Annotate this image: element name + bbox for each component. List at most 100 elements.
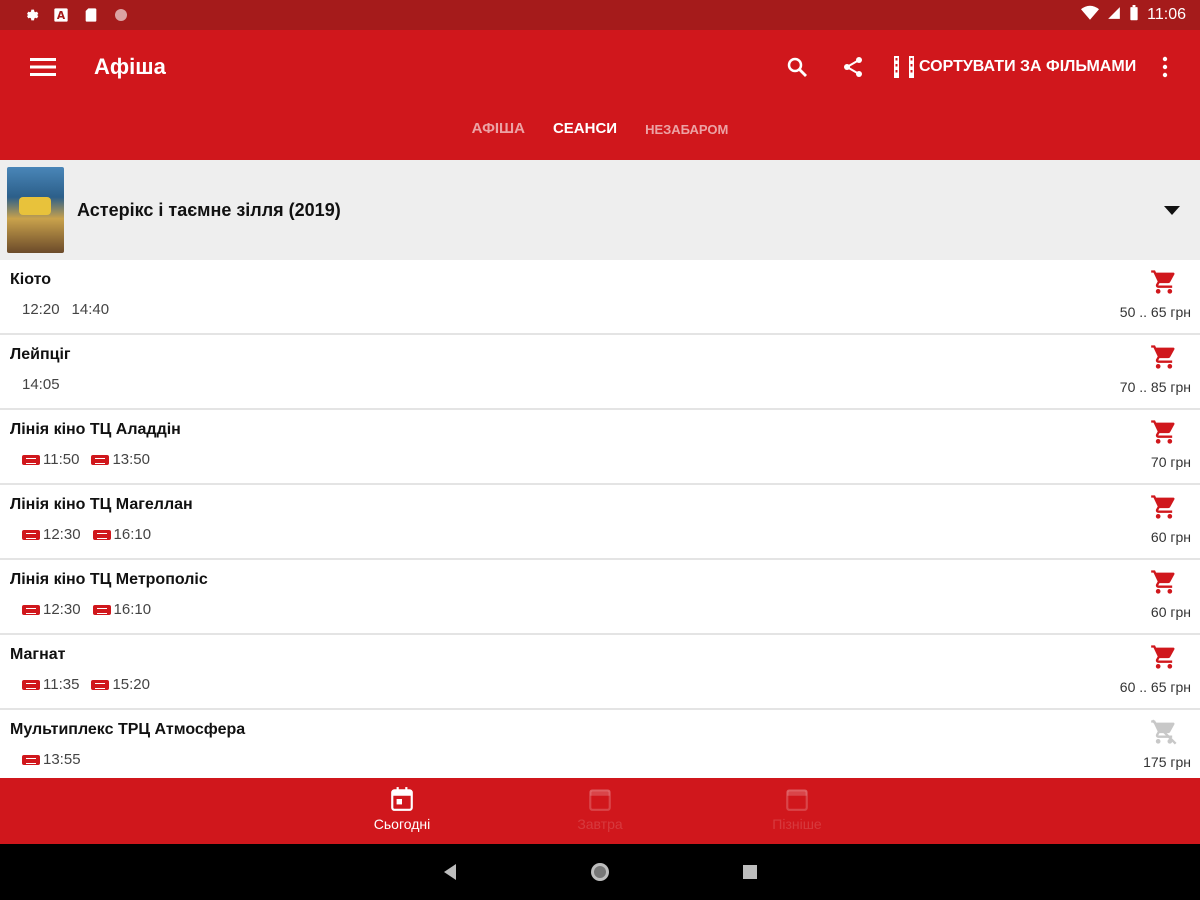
showtimes: 11:50 13:50 <box>22 451 150 468</box>
cinema-name: Лінія кіно ТЦ Метрополіс <box>10 571 208 588</box>
3d-badge-icon <box>22 679 40 690</box>
back-icon[interactable] <box>438 860 462 884</box>
price: 70 грн <box>1150 454 1191 470</box>
list-item[interactable]: Магнат 11:35 15:20 60 .. 65 грн <box>0 635 1200 710</box>
app-bar: Афіша СОРТУВАТИ ЗА ФІЛЬМАМИ АФІША СЕАНСИ… <box>0 30 1200 160</box>
showtime-text: 15:20 <box>112 676 150 693</box>
cinema-name: Лінія кіно ТЦ Аладдін <box>10 421 181 438</box>
cart-icon[interactable] <box>1150 343 1178 371</box>
cart-icon[interactable] <box>1150 418 1178 446</box>
showtime[interactable]: 16:10 <box>92 526 152 543</box>
price: 70 .. 85 грн <box>1119 379 1191 395</box>
showtime[interactable]: 12:30 <box>22 526 81 543</box>
gear-icon <box>22 6 40 24</box>
cart-icon[interactable] <box>1150 493 1178 521</box>
showtime[interactable]: 14:05 <box>22 376 60 393</box>
cart-disabled-icon <box>1151 719 1177 745</box>
sd-icon <box>82 6 100 24</box>
nav-label: Сьогодні <box>373 816 431 832</box>
calendar-icon <box>786 789 808 811</box>
showtime[interactable]: 15:20 <box>91 676 150 693</box>
showtime-text: 16:10 <box>113 526 152 543</box>
tab-nezabarom[interactable]: НЕЗАБАРОМ <box>645 122 728 144</box>
list-item[interactable]: Мультиплекс ТРЦ Атмосфера 13:55 175 грн <box>0 710 1200 778</box>
a-icon: A <box>52 6 70 24</box>
showtime[interactable]: 11:35 <box>22 676 79 693</box>
movie-poster <box>7 167 64 253</box>
page-title: Афіша <box>94 54 166 79</box>
3d-badge-icon <box>91 454 110 465</box>
recents-icon[interactable] <box>738 860 762 884</box>
showtime[interactable]: 12:30 <box>22 601 81 618</box>
status-time: 11:06 <box>1147 6 1186 23</box>
showtime[interactable]: 12:20 <box>22 301 60 318</box>
system-navigation-bar <box>0 844 1200 900</box>
status-bar: A 11:06 <box>0 0 1200 30</box>
3d-badge-icon <box>22 604 40 615</box>
cinema-name: Магнат <box>10 646 66 663</box>
showtime[interactable]: 16:10 <box>92 601 152 618</box>
showtime[interactable]: 13:55 <box>22 751 81 768</box>
home-icon[interactable] <box>588 860 612 884</box>
more-vert-icon <box>1162 56 1168 78</box>
cinema-name: Лейпціг <box>10 346 71 363</box>
share-icon <box>844 57 862 77</box>
tab-afisha[interactable]: АФІША <box>472 120 525 144</box>
chevron-down-icon[interactable] <box>1162 200 1182 220</box>
movie-header[interactable]: Астерікс і таємне зілля (2019) <box>0 160 1200 260</box>
showtime-text: 13:50 <box>112 451 150 468</box>
cinema-list: Кіото 12:20 14:40 50 .. 65 грн Лейпціг 1… <box>0 260 1200 778</box>
bottom-navigation: Сьогодні Завтра Пізніше <box>0 778 1200 844</box>
showtimes: 11:35 15:20 <box>22 676 150 693</box>
search-button[interactable] <box>782 52 812 82</box>
cinema-name: Мультиплекс ТРЦ Атмосфера <box>10 721 246 738</box>
tab-bar: АФІША СЕАНСИ НЕЗАБАРОМ <box>0 120 1200 144</box>
showtime[interactable]: 11:50 <box>22 451 79 468</box>
cinema-name: Кіото <box>10 271 51 288</box>
3d-badge-icon <box>92 529 111 540</box>
nav-today[interactable]: Сьогодні <box>357 786 447 832</box>
film-icon <box>894 56 914 78</box>
list-item[interactable]: Лінія кіно ТЦ Аладдін 11:50 13:50 70 грн <box>0 410 1200 485</box>
nav-label: Завтра <box>577 816 623 832</box>
nav-tomorrow[interactable]: Завтра <box>555 786 645 832</box>
signal-icon <box>1107 6 1121 25</box>
battery-icon <box>1129 4 1139 26</box>
price: 60 грн <box>1150 604 1191 620</box>
list-item[interactable]: Лінія кіно ТЦ Метрополіс 12:30 16:10 60 … <box>0 560 1200 635</box>
status-left-icons: A <box>22 6 130 24</box>
showtime-text: 11:50 <box>43 451 80 468</box>
showtime-text: 16:10 <box>113 601 152 618</box>
share-button[interactable] <box>838 52 868 82</box>
showtime-text: 12:30 <box>43 526 81 543</box>
showtime[interactable]: 14:40 <box>72 301 110 318</box>
overflow-menu-button[interactable] <box>1150 52 1180 82</box>
showtime[interactable]: 13:50 <box>91 451 150 468</box>
showtime-text: 11:35 <box>43 676 80 693</box>
list-item[interactable]: Лінія кіно ТЦ Магеллан 12:30 16:10 60 гр… <box>0 485 1200 560</box>
price: 50 .. 65 грн <box>1119 304 1191 320</box>
showtimes: 12:20 14:40 <box>22 301 109 318</box>
svg-text:A: A <box>57 9 66 22</box>
hamburger-icon <box>30 58 56 76</box>
tab-seansy[interactable]: СЕАНСИ <box>553 120 617 144</box>
cart-icon[interactable] <box>1150 643 1178 671</box>
price: 60 .. 65 грн <box>1119 679 1191 695</box>
circle-icon <box>112 6 130 24</box>
showtimes: 12:30 16:10 <box>22 601 151 618</box>
3d-badge-icon <box>22 754 40 765</box>
menu-button[interactable] <box>28 52 58 82</box>
nav-later[interactable]: Пізніше <box>752 786 842 832</box>
cinema-name: Лінія кіно ТЦ Магеллан <box>10 496 193 513</box>
sort-label: СОРТУВАТИ ЗА ФІЛЬМАМИ <box>919 58 1137 75</box>
calendar-today-icon <box>391 787 413 811</box>
list-item[interactable]: Лейпціг 14:05 70 .. 85 грн <box>0 335 1200 410</box>
calendar-icon <box>589 789 611 811</box>
sort-by-films-button[interactable]: СОРТУВАТИ ЗА ФІЛЬМАМИ <box>893 52 1136 82</box>
list-item[interactable]: Кіото 12:20 14:40 50 .. 65 грн <box>0 260 1200 335</box>
price: 60 грн <box>1150 529 1191 545</box>
cart-icon[interactable] <box>1150 568 1178 596</box>
cart-icon[interactable] <box>1150 268 1178 296</box>
movie-title: Астерікс і таємне зілля (2019) <box>77 199 341 220</box>
nav-label: Пізніше <box>772 816 822 832</box>
